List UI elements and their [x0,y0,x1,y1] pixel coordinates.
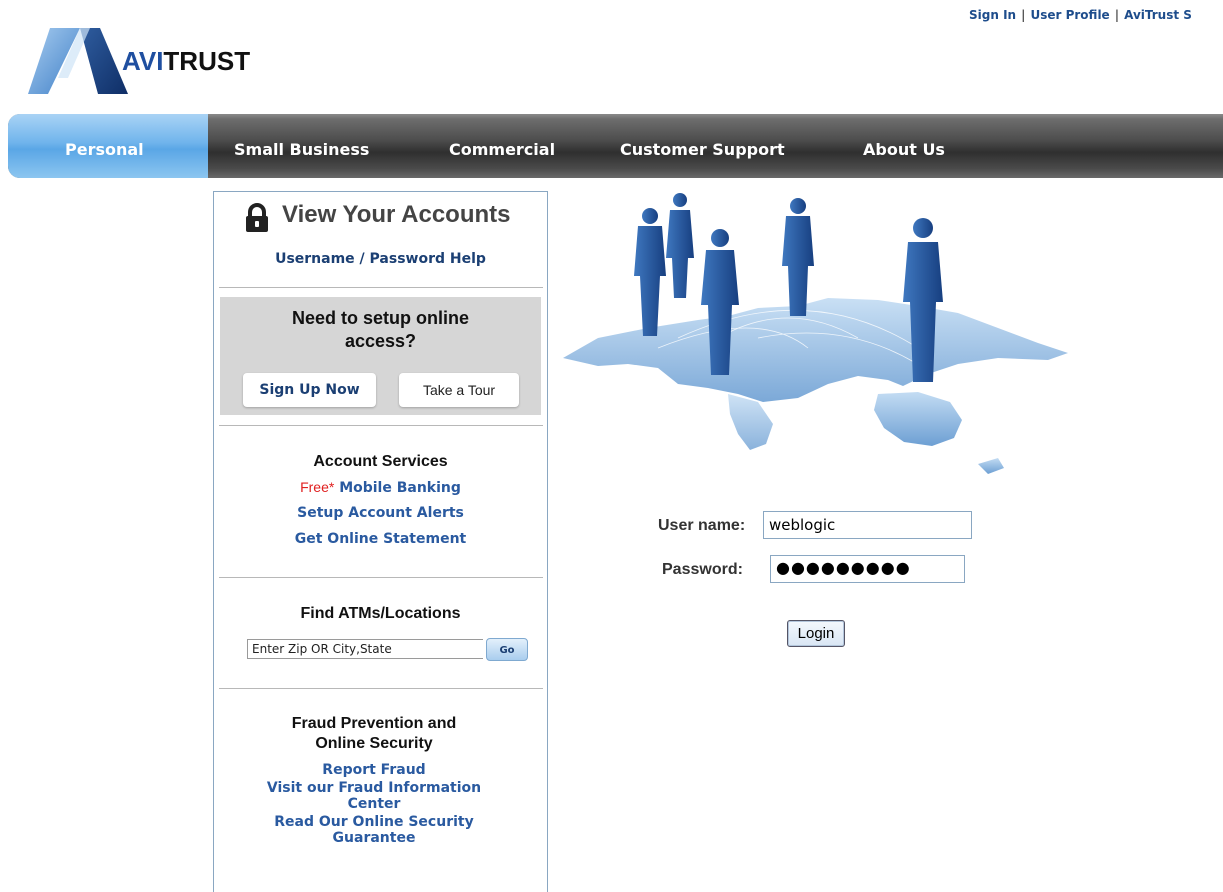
account-alerts-link[interactable]: Setup Account Alerts [214,505,547,521]
lock-icon [246,203,268,232]
sign-up-button[interactable]: Sign Up Now [243,373,376,407]
password-label: Password: [662,561,743,578]
divider [219,577,543,578]
nav-item-customer-support[interactable]: Customer Support [620,140,785,159]
sign-in-link[interactable]: Sign In [969,8,1016,22]
hero-world-map-image [563,193,1068,474]
brand-name: AVITRUST [122,46,251,76]
avitrust-link[interactable]: AviTrust S [1124,8,1192,22]
go-button[interactable]: Go [486,638,528,661]
setup-access-box: Need to setup online access? Sign Up Now… [220,297,541,415]
username-label: User name: [658,517,746,534]
login-button[interactable]: Login [787,620,845,647]
nav-item-personal[interactable]: Personal [65,140,144,159]
free-tag: Free* [300,479,335,495]
user-profile-link[interactable]: User Profile [1030,8,1109,22]
report-fraud-link[interactable]: Report Fraud [322,762,425,778]
mobile-banking-link[interactable]: Mobile Banking [339,480,461,496]
view-accounts-title: View Your Accounts [282,201,511,228]
nav-item-commercial[interactable]: Commercial [449,140,555,159]
password-input[interactable]: ●●●●●●●●● [770,555,965,583]
take-tour-button[interactable]: Take a Tour [399,373,519,407]
separator: | [1021,8,1026,22]
divider [219,287,543,288]
logo[interactable]: AVITRUST [28,26,268,96]
account-services-title: Account Services [313,453,448,470]
online-statement-link[interactable]: Get Online Statement [214,531,547,547]
setup-prompt: Need to setup online access? [291,308,469,351]
fraud-info-center-link[interactable]: Visit our Fraud Information Center [267,780,481,812]
nav-item-small-business[interactable]: Small Business [234,140,369,159]
top-utility-links: Sign In | User Profile | AviTrust S [969,8,1192,22]
nav-item-about-us[interactable]: About Us [863,140,945,159]
fraud-prevention-title: Fraud Prevention and Online Security [291,715,457,752]
password-help-link[interactable]: Username / Password Help [214,251,547,267]
divider [219,688,543,689]
username-input[interactable] [763,511,972,539]
zip-city-input[interactable] [247,639,483,659]
main-nav: Personal Small Business Commercial Custo… [8,114,1223,178]
security-guarantee-link[interactable]: Read Our Online Security Guarantee [274,814,473,846]
logo-mark [28,28,128,94]
find-atm-title: Find ATMs/Locations [300,605,461,622]
divider [219,425,543,426]
accounts-panel: View Your Accounts Username / Password H… [213,191,548,892]
mobile-banking-row: Free* Mobile Banking [214,479,547,496]
view-accounts-header: View Your Accounts [240,199,540,233]
separator: | [1114,8,1120,22]
fraud-links: Report Fraud Visit our Fraud Information… [214,762,534,848]
